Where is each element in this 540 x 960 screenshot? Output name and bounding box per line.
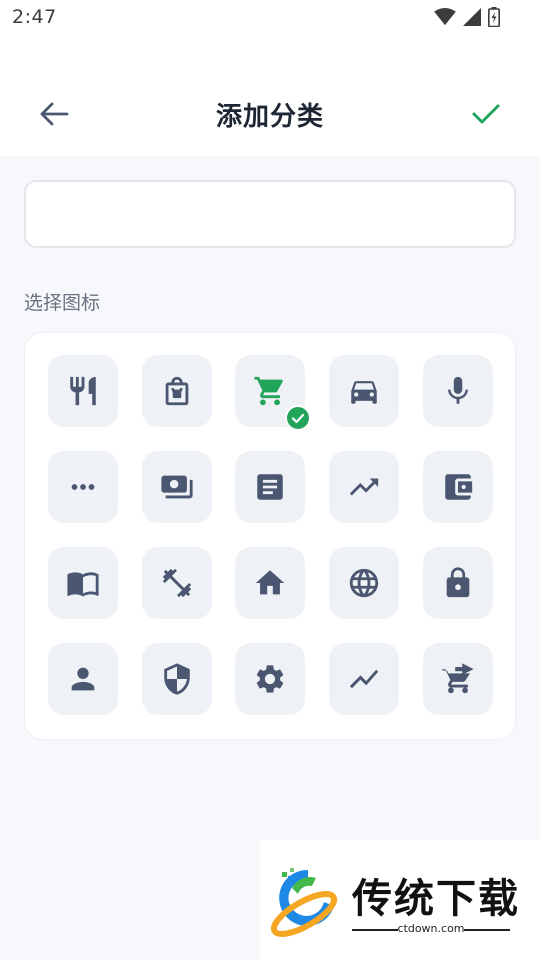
- home-icon: [255, 570, 285, 595]
- restaurant-icon: [70, 376, 96, 406]
- status-icons: [434, 7, 500, 27]
- shield-icon: [164, 663, 190, 695]
- check-small-icon: [291, 413, 305, 424]
- icon-option-article[interactable]: [235, 451, 305, 523]
- battery-icon: [488, 7, 500, 27]
- more-horizontal-icon: [71, 484, 95, 490]
- cart-arrow-icon: [442, 663, 474, 694]
- icon-option-globe[interactable]: [329, 547, 399, 619]
- selected-badge: [285, 405, 311, 431]
- icon-option-car[interactable]: [329, 355, 399, 427]
- settings-icon: [256, 665, 284, 693]
- watermark-logo: [270, 868, 338, 937]
- wallet-icon: [445, 474, 473, 500]
- icon-option-settings[interactable]: [235, 643, 305, 715]
- show-chart-icon: [349, 669, 379, 689]
- car-icon: [351, 381, 377, 404]
- icon-option-shield[interactable]: [142, 643, 212, 715]
- icon-option-shopping-cart[interactable]: [235, 355, 311, 431]
- article-icon: [257, 474, 283, 500]
- category-name-input[interactable]: [24, 180, 516, 248]
- book-icon: [67, 572, 99, 597]
- icon-option-cart-arrow[interactable]: [423, 643, 493, 715]
- page-title: 添加分类: [215, 102, 324, 132]
- status-bar: 2:47: [0, 0, 540, 36]
- confirm-button[interactable]: [462, 94, 510, 134]
- globe-icon: [349, 568, 379, 598]
- icon-option-home[interactable]: [235, 547, 305, 619]
- icon-option-wallet[interactable]: [423, 451, 493, 523]
- icon-option-trending-up[interactable]: [329, 451, 399, 523]
- status-time: 2:47: [12, 6, 57, 28]
- icon-option-money[interactable]: [142, 451, 212, 523]
- fitness-icon: [162, 568, 192, 598]
- signal-icon: [463, 8, 481, 26]
- trending-up-icon: [349, 478, 379, 496]
- microphone-icon: [448, 376, 468, 404]
- lock-icon: [446, 567, 470, 598]
- watermark: 传统下载 ctdown.com: [260, 840, 540, 960]
- icon-option-lock[interactable]: [423, 547, 493, 619]
- watermark-text: 传统下载: [352, 876, 520, 922]
- icon-option-more[interactable]: [48, 451, 118, 523]
- icon-option-person[interactable]: [48, 643, 118, 715]
- icon-option-restaurant[interactable]: [48, 355, 118, 427]
- icon-option-book[interactable]: [48, 547, 118, 619]
- check-icon: [472, 104, 500, 124]
- icon-option-fitness[interactable]: [142, 547, 212, 619]
- money-icon: [161, 475, 193, 499]
- shopping-cart-icon: [254, 376, 283, 406]
- shopping-bag-icon: [165, 376, 189, 406]
- wifi-icon: [434, 8, 456, 26]
- icon-option-microphone[interactable]: [423, 355, 493, 427]
- watermark-line-right: [464, 929, 510, 931]
- icon-grid: [24, 332, 516, 740]
- person-icon: [71, 667, 95, 691]
- icon-option-shopping-bag[interactable]: [142, 355, 212, 427]
- app-bar: 添加分类: [0, 36, 540, 156]
- section-label: 选择图标: [24, 292, 101, 314]
- icon-option-show-chart[interactable]: [329, 643, 399, 715]
